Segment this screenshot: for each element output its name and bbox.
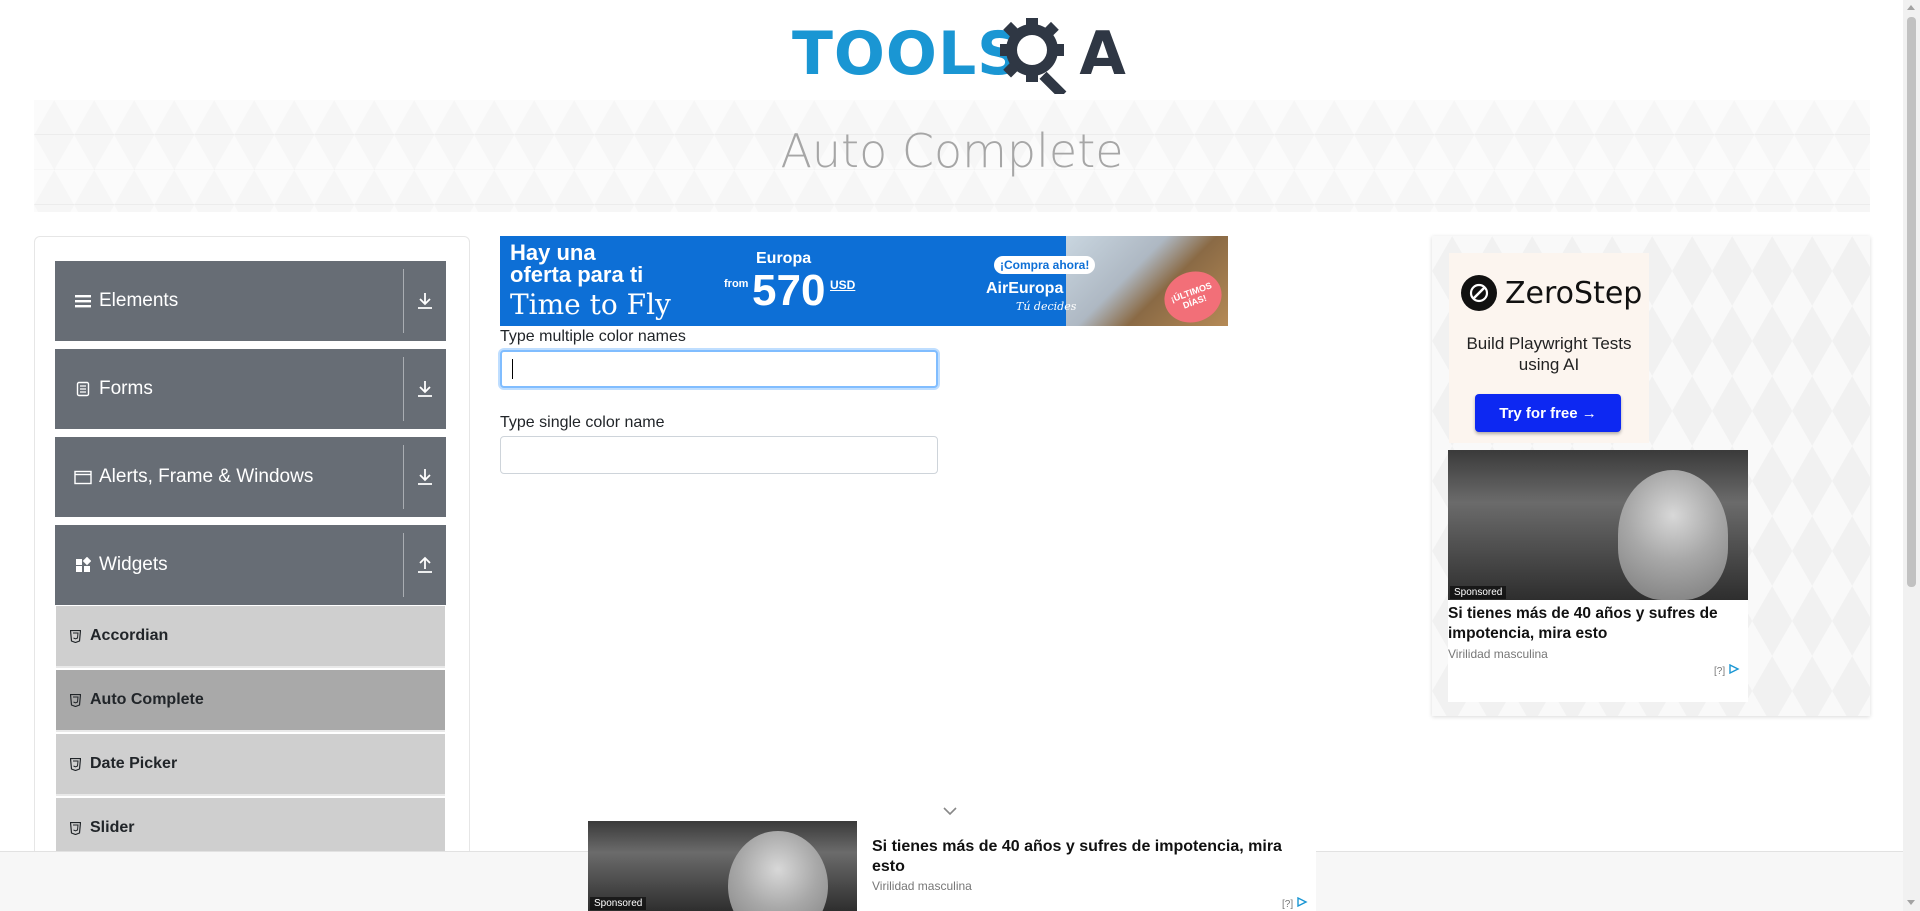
zerostep-icon: [1461, 275, 1497, 311]
expand-down-icon[interactable]: [414, 465, 436, 489]
sidebar-group-forms[interactable]: Forms: [55, 349, 446, 429]
page-title: Auto Complete: [780, 124, 1124, 178]
single-color-input[interactable]: [500, 436, 938, 474]
sidebar-item-label: Auto Complete: [90, 691, 204, 708]
sidebar-item-label: Date Picker: [90, 755, 178, 772]
ad-from-label: from: [724, 278, 749, 290]
ad-cta[interactable]: ¡Compra ahora!: [994, 256, 1096, 274]
sidebar-item-label: Slider: [90, 819, 135, 836]
sidebar-item-auto-complete[interactable]: Auto Complete: [56, 670, 445, 732]
sponsored-tag: Sponsored: [1450, 586, 1507, 599]
divider: [403, 357, 404, 421]
html5-icon: [70, 757, 84, 771]
scroll-down-arrow-icon[interactable]: [1907, 900, 1915, 905]
multi-color-input[interactable]: [500, 350, 938, 388]
logo-text-a: A: [1079, 19, 1126, 89]
adchoice-label: [?]: [1282, 899, 1294, 910]
page-banner: Auto Complete: [34, 100, 1870, 212]
sidebar-item-accordian[interactable]: Accordian: [56, 606, 445, 668]
sponsored-source: Virilidad masculina: [1448, 647, 1548, 661]
ad-brand: AirEuropa: [986, 280, 1064, 297]
adchoices-icon[interactable]: [?]: [1282, 896, 1308, 910]
zerostep-tagline: Build Playwright Tests using AI: [1466, 334, 1632, 374]
sponsored-face: [728, 831, 828, 911]
adchoice-label: [?]: [1714, 666, 1726, 677]
sponsored-ad-right[interactable]: Sponsored Si tienes más de 40 años y suf…: [1448, 450, 1748, 702]
hamburger-icon: [73, 293, 93, 309]
sponsored-image: Sponsored: [588, 821, 857, 911]
widgets-icon: [73, 557, 93, 573]
sponsored-face: [1618, 470, 1728, 600]
single-color-label: Type single color name: [500, 414, 665, 431]
scroll-thumb[interactable]: [1907, 17, 1916, 587]
divider: [403, 445, 404, 509]
sidebar-group-label: Forms: [99, 378, 153, 399]
sponsored-tag: Sponsored: [590, 897, 647, 910]
html5-icon: [70, 629, 84, 643]
chevron-down-icon[interactable]: [942, 806, 958, 816]
adchoices-icon[interactable]: [?]: [1714, 663, 1740, 677]
ad-slogan: Time to Fly: [510, 288, 671, 321]
sponsored-ad-bottom[interactable]: Sponsored Si tienes más de 40 años y suf…: [588, 821, 1316, 911]
ad-currency: USD: [830, 278, 856, 292]
sponsored-title: Si tienes más de 40 años y sufres de imp…: [872, 838, 1282, 875]
page-scrollbar[interactable]: [1903, 0, 1920, 911]
ad-price: 570: [752, 266, 826, 315]
html5-icon: [70, 693, 84, 707]
sidebar-item-date-picker[interactable]: Date Picker: [56, 734, 445, 796]
divider: [403, 533, 404, 597]
sidebar-group-elements[interactable]: Elements: [55, 261, 446, 341]
expand-down-icon[interactable]: [414, 289, 436, 313]
sidebar-group-alerts-frame-windows[interactable]: Alerts, Frame & Windows: [55, 437, 446, 517]
ad-brand-tagline: Tú decides: [1016, 300, 1077, 313]
html5-icon: [70, 821, 84, 835]
divider: [403, 269, 404, 333]
multi-color-label: Type multiple color names: [500, 328, 686, 345]
sponsored-source: Virilidad masculina: [872, 879, 972, 893]
zerostep-logo: ZeroStep: [1461, 275, 1642, 311]
zerostep-ad[interactable]: ZeroStep Build Playwright Tests using AI…: [1449, 253, 1649, 443]
document-icon: [73, 381, 93, 397]
ad-line2: oferta para ti: [510, 262, 644, 287]
try-for-free-button[interactable]: Try for free →: [1475, 394, 1621, 432]
sponsored-title: Si tienes más de 40 años y sufres de imp…: [1448, 605, 1718, 642]
text-caret: [512, 359, 513, 379]
sidebar-group-label: Alerts, Frame & Windows: [99, 466, 314, 487]
sidebar-group-label: Elements: [99, 290, 179, 311]
scroll-up-arrow-icon[interactable]: [1907, 5, 1915, 10]
sponsored-image: Sponsored: [1448, 450, 1748, 600]
air-europa-ad[interactable]: Hay una oferta para ti Time to Fly Europa…: [500, 236, 1228, 326]
ad-headline: Hay una oferta para ti: [510, 242, 643, 286]
site-header: TOOLS A: [0, 0, 1903, 100]
sidebar-group-label: Widgets: [99, 554, 168, 575]
toolsqa-logo[interactable]: TOOLS A: [792, 14, 1126, 94]
sidebar-group-widgets[interactable]: Widgets: [55, 525, 446, 605]
zerostep-brand: ZeroStep: [1505, 275, 1643, 311]
window-icon: [73, 470, 93, 485]
gear-search-icon: [1000, 18, 1067, 94]
sidebar-item-label: Accordian: [90, 627, 169, 644]
logo-text-tools: TOOLS: [792, 19, 1022, 89]
collapse-up-icon[interactable]: [414, 553, 436, 577]
expand-down-icon[interactable]: [414, 377, 436, 401]
